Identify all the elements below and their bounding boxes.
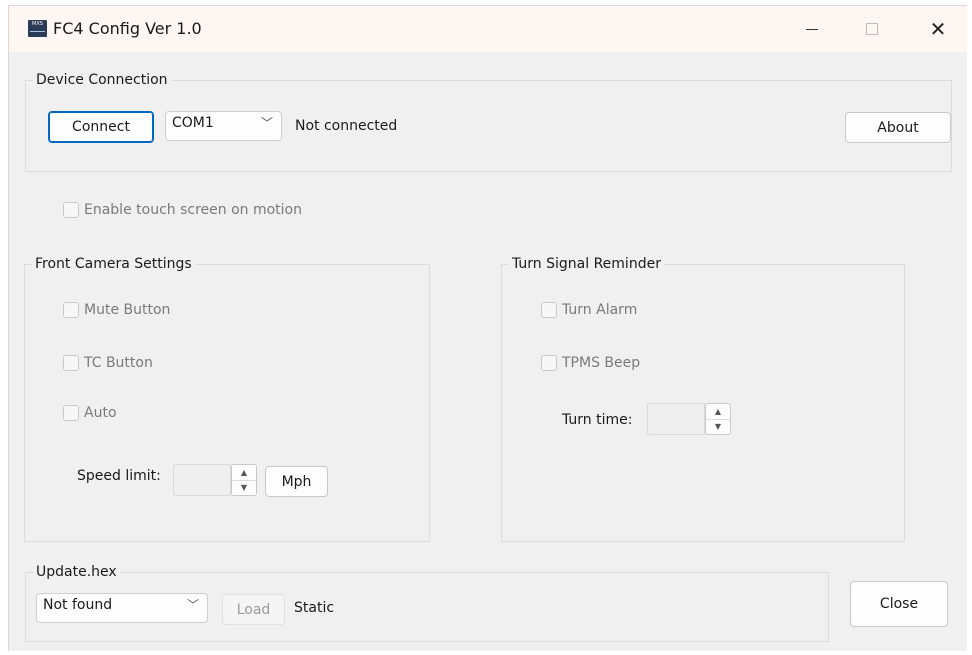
chevron-down-icon: ﹀	[260, 116, 273, 130]
turn-signal-group: Turn Signal Reminder	[501, 256, 905, 542]
device-connection-legend: Device Connection	[36, 72, 168, 88]
tc-button-label: TC Button	[84, 355, 153, 371]
turn-signal-legend: Turn Signal Reminder	[512, 256, 661, 272]
speed-limit-input[interactable]	[173, 464, 231, 496]
spin-up-icon[interactable]: ▲	[232, 465, 256, 480]
close-icon: ✕	[929, 17, 947, 41]
speed-limit-spinbox[interactable]: ▲ ▼	[173, 464, 259, 496]
about-button[interactable]: About	[845, 112, 951, 143]
app-window: MXS FC4 Config Ver 1.0 ✕ Device Connecti…	[8, 5, 967, 651]
checkbox-box	[63, 355, 79, 371]
touch-screen-label: Enable touch screen on motion	[84, 202, 302, 218]
spin-down-icon[interactable]: ▼	[232, 479, 256, 496]
checkbox-box	[541, 302, 557, 318]
turn-time-label: Turn time:	[562, 412, 633, 428]
spin-down-icon[interactable]: ▼	[706, 418, 730, 435]
window-title: FC4 Config Ver 1.0	[53, 19, 202, 38]
auto-label: Auto	[84, 405, 117, 421]
checkbox-box	[63, 202, 79, 218]
connection-status: Not connected	[295, 118, 398, 134]
load-button[interactable]: Load	[222, 594, 285, 625]
checkbox-box	[541, 355, 557, 371]
front-camera-group: Front Camera Settings	[24, 256, 430, 542]
turn-time-stepper[interactable]: ▲ ▼	[705, 403, 731, 435]
touch-screen-checkbox[interactable]: Enable touch screen on motion	[63, 202, 302, 218]
close-button[interactable]: Close	[850, 581, 948, 627]
hex-file-select[interactable]: Not found ﹀	[36, 593, 208, 623]
update-hex-legend: Update.hex	[36, 564, 117, 580]
hex-file-value: Not found	[43, 597, 113, 613]
turn-time-input[interactable]	[647, 403, 705, 435]
com-port-value: COM1	[172, 115, 214, 131]
front-camera-legend: Front Camera Settings	[35, 256, 192, 272]
speed-limit-stepper[interactable]: ▲ ▼	[231, 464, 257, 496]
turn-time-spinbox[interactable]: ▲ ▼	[647, 403, 733, 435]
tpms-beep-checkbox[interactable]: TPMS Beep	[541, 355, 640, 371]
update-status: Static	[294, 600, 335, 616]
turn-alarm-checkbox[interactable]: Turn Alarm	[541, 302, 637, 318]
mute-button-checkbox[interactable]: Mute Button	[63, 302, 170, 318]
mute-button-label: Mute Button	[84, 302, 171, 318]
auto-checkbox[interactable]: Auto	[63, 405, 117, 421]
turn-alarm-label: Turn Alarm	[562, 302, 638, 318]
minimize-icon	[806, 28, 818, 30]
connect-button[interactable]: Connect	[48, 111, 154, 143]
checkbox-box	[63, 405, 79, 421]
maximize-icon	[866, 23, 878, 35]
tpms-beep-label: TPMS Beep	[562, 355, 641, 371]
title-bar[interactable]: MXS FC4 Config Ver 1.0 ✕	[9, 6, 967, 52]
chevron-down-icon: ﹀	[186, 598, 199, 612]
mph-button[interactable]: Mph	[265, 466, 328, 497]
app-logo-icon: MXS	[28, 20, 47, 37]
spin-up-icon[interactable]: ▲	[706, 404, 730, 419]
window-close-button[interactable]: ✕	[915, 6, 961, 52]
minimize-button[interactable]	[789, 6, 835, 52]
speed-limit-label: Speed limit:	[77, 468, 161, 484]
checkbox-box	[63, 302, 79, 318]
maximize-button[interactable]	[849, 6, 895, 52]
com-port-select[interactable]: COM1 ﹀	[165, 111, 282, 141]
tc-button-checkbox[interactable]: TC Button	[63, 355, 153, 371]
